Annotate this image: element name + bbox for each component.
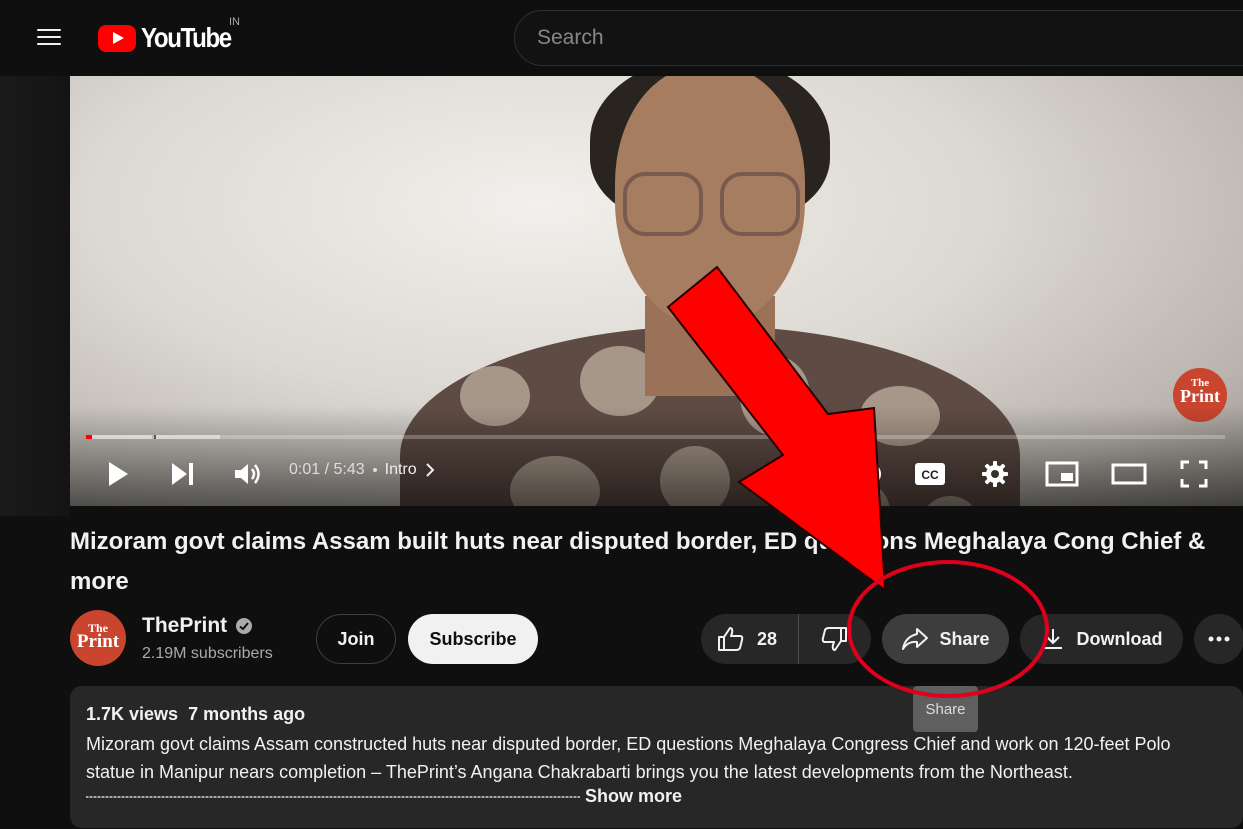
theater-mode-icon	[1111, 463, 1147, 485]
verified-icon	[236, 618, 253, 634]
autoplay-toggle[interactable]	[850, 456, 890, 492]
description-meta: 1.7K views 7 months ago	[86, 704, 305, 725]
channel-avatar[interactable]: The Print	[70, 610, 126, 666]
video-title: Mizoram govt claims Assam built huts nea…	[70, 528, 1206, 595]
download-button[interactable]: Download	[1020, 614, 1183, 664]
download-icon	[1043, 629, 1062, 649]
share-tooltip: Share	[913, 686, 978, 732]
volume-icon	[235, 464, 260, 484]
share-button[interactable]: Share	[882, 614, 1009, 664]
page-side-shade	[0, 76, 70, 516]
video-player[interactable]: The Print 0:01 / 5:43 Intro CC	[70, 76, 1243, 506]
play-icon	[109, 462, 128, 486]
description-truncation-line	[86, 796, 580, 798]
hamburger-menu-icon[interactable]	[34, 24, 64, 50]
settings-button[interactable]	[975, 456, 1015, 492]
like-count: 28	[757, 628, 778, 649]
chevron-right-icon	[425, 463, 435, 477]
next-icon	[172, 463, 193, 485]
search-box[interactable]	[514, 10, 1243, 66]
svg-text:CC: CC	[921, 468, 939, 482]
description-text: Mizoram govt claims Assam constructed hu…	[86, 734, 1171, 782]
search-input[interactable]	[537, 11, 1237, 65]
more-horizontal-icon	[1208, 636, 1230, 642]
dot-separator	[372, 468, 377, 472]
subscribe-button[interactable]: Subscribe	[408, 614, 538, 664]
subtitles-button[interactable]: CC	[908, 456, 952, 492]
channel-name[interactable]: ThePrint	[142, 614, 253, 638]
country-code: IN	[229, 16, 240, 28]
video-frame-glasses-left	[623, 172, 703, 236]
chapter-title[interactable]: Intro	[385, 461, 417, 479]
volume-button[interactable]	[228, 456, 268, 492]
youtube-logo[interactable]: YouTube	[98, 20, 245, 56]
subscriber-count: 2.19M subscribers	[142, 645, 273, 662]
download-label: Download	[1076, 628, 1163, 649]
view-count: 1.7K views	[86, 704, 179, 724]
share-label: Share	[939, 628, 990, 649]
join-button[interactable]: Join	[316, 614, 396, 664]
logo-text: YouTube	[141, 22, 232, 53]
share-icon	[902, 628, 929, 650]
miniplayer-button[interactable]	[1042, 456, 1082, 492]
gear-icon	[982, 461, 1008, 487]
more-actions-button[interactable]	[1194, 614, 1243, 664]
dislike-button[interactable]	[799, 614, 869, 664]
progress-bar[interactable]	[86, 435, 1225, 439]
thumbs-down-icon	[821, 627, 847, 651]
top-bar: YouTube IN	[0, 0, 1243, 76]
progress-played	[86, 435, 92, 439]
video-frame-glasses-right	[720, 172, 800, 236]
fullscreen-button[interactable]	[1174, 456, 1214, 492]
duration: 5:43	[333, 461, 365, 478]
thumbs-up-icon	[718, 627, 744, 651]
play-button[interactable]	[100, 456, 136, 492]
miniplayer-icon	[1045, 461, 1079, 487]
upload-age: 7 months ago	[188, 704, 306, 724]
next-button[interactable]	[165, 456, 201, 492]
like-button[interactable]: 28	[701, 614, 799, 664]
youtube-play-logo-icon	[98, 24, 136, 52]
description-box[interactable]: 1.7K views 7 months ago Mizoram govt cla…	[70, 686, 1243, 828]
like-dislike-group: 28	[701, 614, 871, 664]
closed-captions-icon: CC	[915, 463, 945, 485]
time-display: 0:01 / 5:43 Intro	[289, 461, 435, 479]
fullscreen-icon	[1180, 460, 1208, 488]
current-time: 0:01	[289, 461, 321, 478]
show-more-link[interactable]: Show more	[585, 786, 682, 807]
autoplay-icon	[859, 463, 881, 485]
theater-mode-button[interactable]	[1107, 456, 1151, 492]
